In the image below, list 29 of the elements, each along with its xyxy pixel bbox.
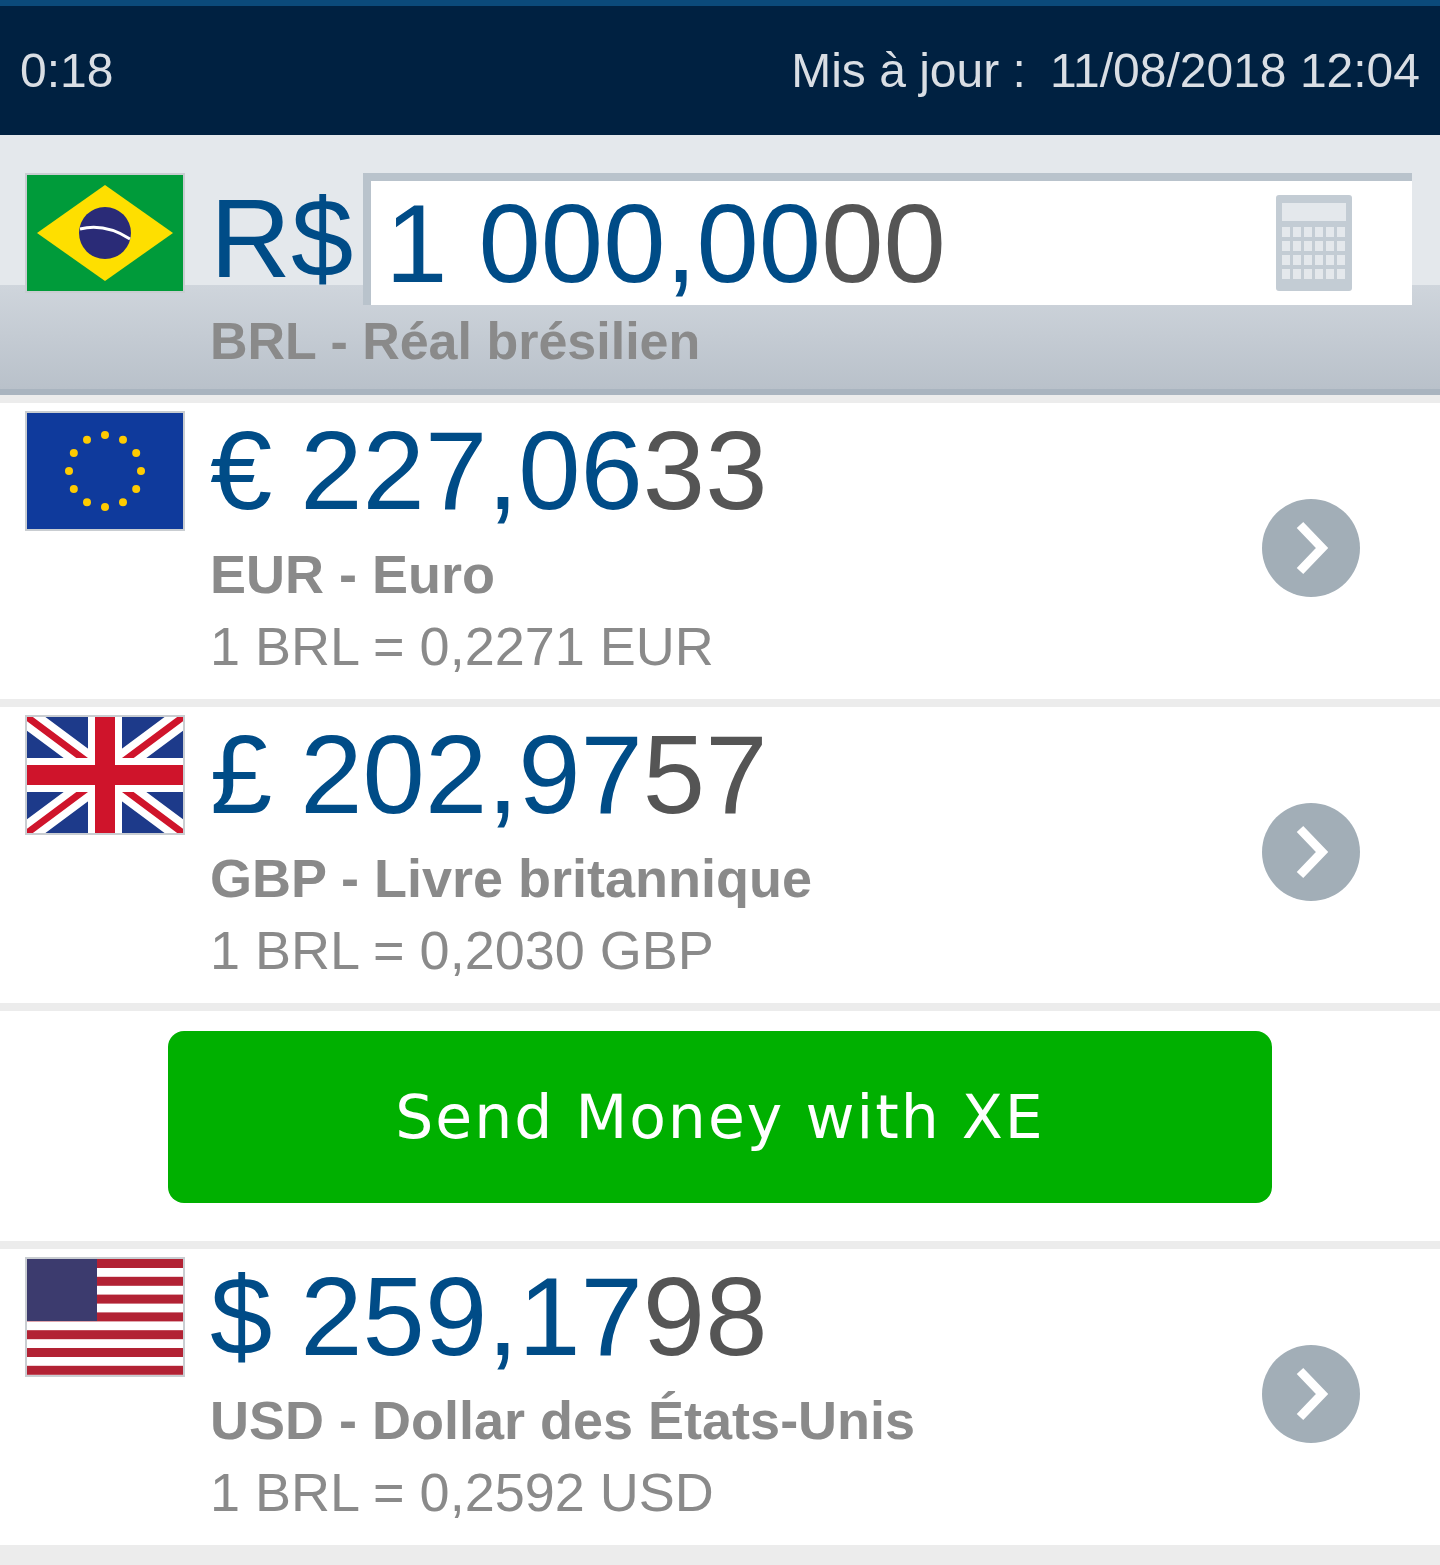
updated-date: 11/08/2018 12:04 <box>1049 43 1420 98</box>
converted-amount: 202,9757 <box>300 715 768 835</box>
currency-symbol: $ <box>210 1257 273 1377</box>
converted-amount: 227,0633 <box>300 411 768 531</box>
elapsed-time: 0:18 <box>20 43 115 98</box>
updated-label: Mis à jour : <box>791 43 1026 98</box>
currency-row[interactable]: $ 259,1798 USD - Dollar des États-Unis 1 BRL = 0,2592 USD <box>0 1249 1440 1545</box>
currency-symbol: £ <box>210 715 273 835</box>
amount-field[interactable]: 1 000,0000 <box>363 173 1412 305</box>
chevron-right-icon[interactable] <box>1262 803 1360 901</box>
flag-icon <box>25 1257 185 1377</box>
calculator-icon[interactable] <box>1276 195 1352 291</box>
flag-icon <box>25 173 185 293</box>
exchange-rate: 1 BRL = 0,2271 EUR <box>210 615 715 677</box>
currency-row[interactable]: £ 202,9757 GBP - Livre britannique 1 BRL = 0,2030 GBP <box>0 707 1440 1003</box>
currency-name: USD - Dollar des États-Unis <box>210 1389 917 1451</box>
currency-symbol: € <box>210 411 273 531</box>
exchange-rate: 1 BRL = 0,2030 GBP <box>210 919 715 981</box>
chevron-right-icon[interactable] <box>1262 499 1360 597</box>
converted-amount: 259,1798 <box>300 1257 768 1377</box>
currency-symbol: R$ <box>210 175 354 303</box>
flag-icon <box>25 411 185 531</box>
currency-name: GBP - Livre britannique <box>210 847 814 909</box>
currency-name: BRL - Réal brésilien <box>210 311 702 371</box>
exchange-rate: 1 BRL = 0,2592 USD <box>210 1461 715 1523</box>
currency-name: EUR - Euro <box>210 543 496 605</box>
chevron-right-icon[interactable] <box>1262 1345 1360 1443</box>
flag-icon <box>25 715 185 835</box>
currency-row[interactable]: € 227,0633 EUR - Euro 1 BRL = 0,2271 EUR <box>0 403 1440 699</box>
